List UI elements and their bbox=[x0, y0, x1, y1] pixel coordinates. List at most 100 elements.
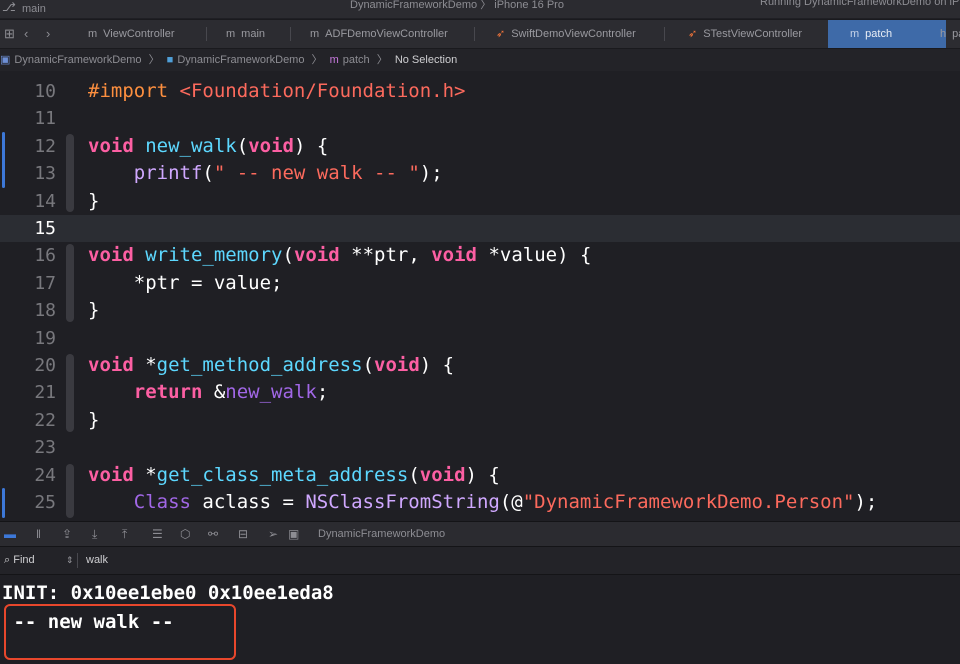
tab-adfdemoviewcontroller[interactable]: m ADFDemoViewController bbox=[310, 20, 448, 48]
tab-divider bbox=[290, 27, 291, 41]
code-token: ) { bbox=[465, 463, 500, 486]
memory-graph-icon[interactable]: ⬡ bbox=[180, 522, 190, 546]
tab-divider bbox=[664, 27, 665, 41]
step-out-icon[interactable]: ⤒ bbox=[122, 522, 127, 546]
code-text: void *get_method_address(void) { bbox=[88, 352, 454, 379]
code-token: } bbox=[88, 189, 100, 212]
breadcrumb-file[interactable]: patch bbox=[343, 54, 370, 66]
code-line[interactable]: 18} bbox=[0, 297, 960, 324]
find-mode-selector[interactable]: ⌕ Find bbox=[4, 547, 35, 574]
code-token: ) { bbox=[293, 134, 329, 157]
code-token: <Foundation/Foundation.h> bbox=[179, 80, 466, 102]
find-divider bbox=[77, 553, 78, 568]
chevron-right-icon: 〉 bbox=[148, 54, 160, 66]
code-token: ( bbox=[408, 463, 420, 486]
line-number: 24 bbox=[34, 464, 56, 486]
hide-debug-area-icon[interactable]: ▬ bbox=[4, 522, 16, 546]
code-line[interactable]: 12 void new_walk(void) { bbox=[0, 133, 960, 160]
objc-file-icon: m bbox=[850, 28, 860, 40]
console-find-bar: ⌕ Find ⇕ walk bbox=[0, 547, 960, 575]
code-token: } bbox=[88, 299, 100, 322]
code-line[interactable]: 20 void *get_method_address(void) { bbox=[0, 352, 960, 379]
line-number: 17 bbox=[34, 272, 56, 294]
code-line[interactable]: 19 bbox=[0, 325, 960, 352]
line-number: 15 bbox=[34, 218, 56, 239]
line-number: 21 bbox=[34, 382, 56, 404]
code-line[interactable]: 14} bbox=[0, 188, 960, 215]
line-number: 19 bbox=[34, 327, 56, 349]
code-token: ( bbox=[236, 134, 249, 157]
source-editor[interactable]: 10 #import <Foundation/Foundation.h> 11 12 v… bbox=[0, 72, 960, 518]
tab-label: patch bbox=[952, 28, 960, 40]
location-arrow-icon[interactable]: ➢ bbox=[268, 522, 278, 546]
debug-target-label[interactable]: DynamicFrameworkDemo bbox=[318, 522, 445, 546]
breadcrumb-project[interactable]: DynamicFrameworkDemo bbox=[14, 54, 141, 66]
step-over-icon[interactable]: ⇪ bbox=[62, 522, 72, 546]
code-text: #import <Foundation/Foundation.h> bbox=[88, 78, 466, 105]
back-icon[interactable]: ‹ bbox=[24, 26, 28, 41]
activity-status: Running DynamicFrameworkDemo on iPhone 1… bbox=[760, 0, 960, 8]
code-token: get_method_address bbox=[156, 354, 363, 376]
code-line[interactable]: 11 bbox=[0, 105, 960, 132]
forward-icon[interactable]: › bbox=[46, 26, 50, 41]
code-line[interactable]: 15 bbox=[0, 215, 960, 243]
code-token: #import bbox=[88, 80, 180, 102]
code-line[interactable]: 21 return &new_walk; bbox=[0, 379, 960, 406]
tab-stestviewcontroller[interactable]: ➶ STestViewController bbox=[688, 20, 802, 48]
code-token: write_memory bbox=[145, 244, 283, 267]
tab-label: ADFDemoViewController bbox=[325, 28, 448, 40]
code-line[interactable]: 16 void write_memory(void **ptr, void *va… bbox=[0, 242, 960, 269]
code-token: ); bbox=[419, 162, 443, 185]
editor-tab-bar: ⊞ ‹ › m ViewController m main m ADFDemoView… bbox=[0, 19, 960, 49]
code-token: **ptr, bbox=[339, 244, 432, 267]
objc-file-icon: m bbox=[88, 28, 98, 40]
breadcrumb-selection[interactable]: No Selection bbox=[395, 54, 457, 66]
code-token: return bbox=[133, 381, 203, 404]
code-text: void write_memory(void **ptr, void *valu… bbox=[88, 242, 591, 269]
code-text: Class aclass = NSClassFromString(@"Dynam… bbox=[88, 489, 878, 516]
simulate-location-icon[interactable]: ⊟ bbox=[238, 522, 248, 546]
code-line[interactable]: 22} bbox=[0, 407, 960, 434]
scheme-icon[interactable]: ⎇ bbox=[2, 0, 16, 14]
line-number: 16 bbox=[34, 245, 56, 267]
tab-label: STestViewController bbox=[703, 28, 803, 40]
code-text: *ptr = value; bbox=[88, 270, 283, 297]
code-line[interactable]: 25 Class aclass = NSClassFromString(@"Dy… bbox=[0, 489, 960, 516]
code-token: NSClassFromString bbox=[305, 491, 500, 513]
annotation-highlight-box bbox=[4, 604, 236, 660]
device-selector[interactable]: DynamicFrameworkDemo 〉 iPhone 16 Pro bbox=[350, 0, 564, 12]
code-text: void new_walk(void) { bbox=[88, 133, 328, 160]
code-token: ( bbox=[202, 162, 214, 185]
breadcrumb-folder[interactable]: DynamicFrameworkDemo bbox=[177, 54, 304, 66]
code-line[interactable]: 24 void *get_class_meta_address(void) { bbox=[0, 462, 960, 489]
line-number: 18 bbox=[34, 300, 56, 322]
tab-patch-h[interactable]: hpatch bbox=[940, 20, 960, 48]
code-token: aclass = bbox=[190, 491, 306, 513]
find-input[interactable]: walk bbox=[86, 547, 108, 574]
code-text: } bbox=[88, 407, 99, 434]
code-line[interactable]: 17 *ptr = value; bbox=[0, 270, 960, 297]
environment-overrides-icon[interactable]: ⚯ bbox=[208, 522, 218, 546]
code-line[interactable]: 13 printf(" -- new walk -- "); bbox=[0, 160, 960, 187]
code-text: printf(" -- new walk -- "); bbox=[88, 160, 443, 187]
grid-icon[interactable]: ⊞ bbox=[4, 26, 15, 42]
code-token: *ptr = value; bbox=[88, 271, 283, 294]
swift-file-icon: ➶ bbox=[496, 28, 506, 40]
view-hierarchy-icon[interactable]: ☰ bbox=[152, 522, 163, 546]
code-line[interactable]: 23 bbox=[0, 434, 960, 461]
app-target-icon: ▣ bbox=[288, 527, 300, 541]
tab-main[interactable]: m main bbox=[226, 20, 265, 48]
pause-icon[interactable]: ‖ bbox=[36, 522, 41, 546]
tab-patch-m[interactable]: m patch bbox=[828, 20, 946, 48]
chevron-updown-icon[interactable]: ⇕ bbox=[66, 547, 74, 574]
tab-swiftdemoviewcontroller[interactable]: ➶ SwiftDemoViewController bbox=[496, 20, 636, 48]
step-into-icon[interactable]: ⤓ bbox=[92, 522, 97, 546]
code-token: " -- new walk -- " bbox=[213, 162, 420, 185]
code-token: *value) { bbox=[477, 244, 592, 267]
code-line[interactable]: 10 #import <Foundation/Foundation.h> bbox=[0, 78, 960, 105]
tab-viewcontroller[interactable]: m ViewController bbox=[88, 20, 175, 48]
scheme-label[interactable]: main bbox=[22, 3, 46, 15]
